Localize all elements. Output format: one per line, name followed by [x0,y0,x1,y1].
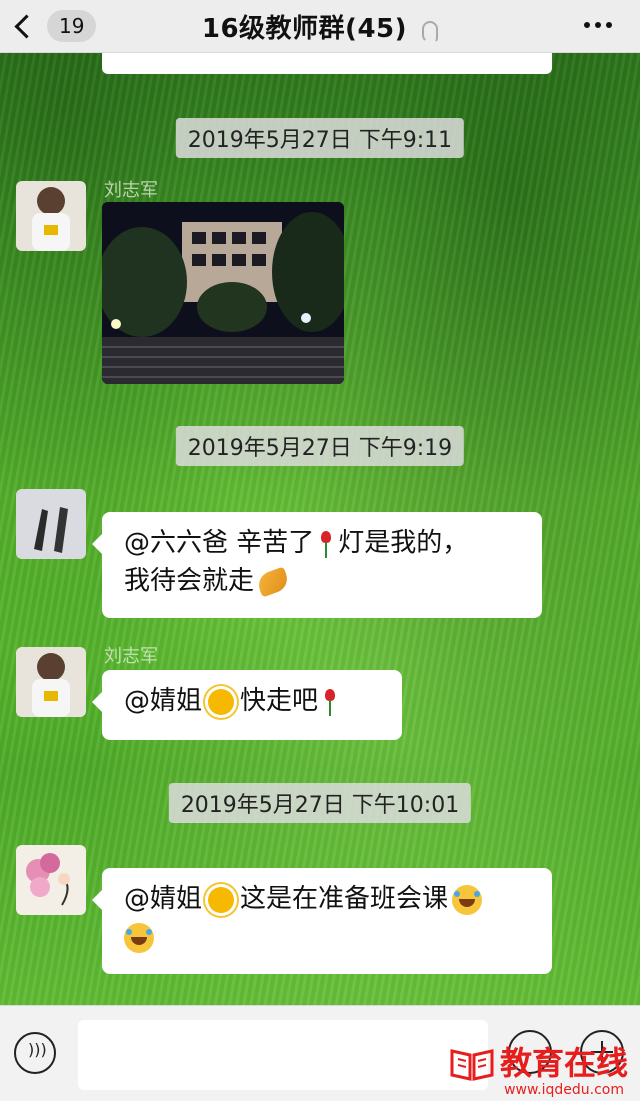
message-text: 我待会就走 [124,566,255,596]
sun-emoji [208,688,235,715]
message-bubble[interactable]: @婧姐 这是在准备班会课 [92,868,552,974]
avatar[interactable] [16,489,86,559]
timestamp: 2019年5月27日 下午9:19 [175,426,465,466]
timestamp: 2019年5月27日 下午10:01 [168,783,472,823]
message-text: @婧姐 [124,884,203,914]
chat-header: 19 16级教师群(45) [0,0,640,53]
avatar[interactable] [16,181,86,251]
voice-icon[interactable] [14,1032,56,1074]
timestamp: 2019年5月27日 下午9:11 [175,118,465,158]
night-building-photo[interactable] [102,202,344,384]
message-line: 我待会就走 [124,562,520,600]
message-line: @婧姐 这是在准备班会课 [124,880,530,918]
message-text: 这是在准备班会课 [240,884,449,914]
hands-emoji [255,566,291,597]
watermark-url: www.iqdedu.com [504,1082,624,1098]
avatar[interactable] [16,647,86,717]
previous-message-bubble [102,52,552,74]
laugh-emoji [452,884,483,915]
back-button[interactable]: 19 [14,10,97,42]
message-text: 灯是我的， [338,528,469,558]
avatar[interactable] [16,845,86,915]
chat-title: 16级教师群(45) [201,13,408,44]
watermark-brand: 教育在线 [499,1044,628,1082]
watermark: 教育在线 [450,1045,628,1081]
sender-name: 刘志军 [104,180,158,201]
message-bubble[interactable]: @婧姐 快走吧 [92,670,402,740]
message-bubble[interactable]: @六六爸 辛苦了 灯是我的， 我待会就走 [92,512,542,618]
unread-badge: 19 [47,10,97,42]
message-text: @六六爸 辛苦了 [124,528,315,558]
back-chevron-icon [14,13,39,39]
sun-emoji [208,886,235,913]
message-input[interactable] [78,1020,488,1090]
message-text: @婧姐 [124,686,203,716]
message-line: @六六爸 辛苦了 灯是我的， [124,524,520,562]
more-icon[interactable] [584,22,612,28]
ear-icon [422,21,439,43]
book-logo-icon [450,1049,494,1081]
laugh-emoji [124,922,154,953]
rose-emoji [318,529,334,559]
chat-title-wrap: 16级教师群(45) [201,8,439,45]
message-line [124,918,530,956]
message-text: 快走吧 [240,686,319,716]
rose-emoji [322,687,338,717]
sender-name: 刘志军 [104,646,158,667]
